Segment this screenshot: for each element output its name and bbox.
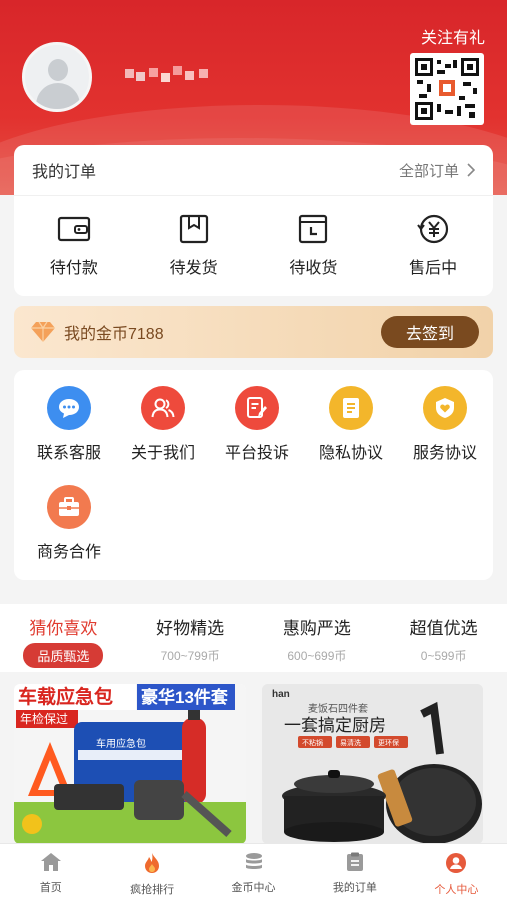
service-about-us[interactable]: 关于我们 (116, 386, 210, 463)
bottom-nav: 首页 疯抢排行 金币中心 我的订单 个人中心 (0, 843, 507, 901)
order-status-pending-payment[interactable]: 待付款 (24, 212, 124, 278)
tab-strict-selection[interactable]: 惠购严选 600~699币 (254, 604, 381, 672)
coin-balance-text: 我的金币7188 (64, 326, 164, 343)
service-label: 隐私协议 (318, 445, 383, 462)
profile-icon (446, 853, 467, 873)
nav-my-orders[interactable]: 我的订单 (304, 844, 405, 901)
orders-title: 我的订单 (32, 164, 97, 181)
order-status-pending-receipt[interactable]: 待收货 (263, 212, 363, 278)
service-contact-support[interactable]: 联系客服 (22, 386, 116, 463)
service-label: 服务协议 (412, 445, 477, 462)
tab-title: 好物精选 (156, 619, 225, 638)
product-feature-tag: 不粘锅 (302, 738, 323, 747)
tab-value-picks[interactable]: 超值优选 0~599币 (380, 604, 507, 672)
nav-label: 疯抢排行 (130, 884, 175, 896)
product-image: han 麦饭石四件套 一套搞定厨房 不粘锅 易清洗 更环保 (262, 684, 483, 844)
tab-subtitle-pill: 品质甄选 (23, 643, 104, 668)
order-status-after-sales[interactable]: 售后中 (383, 212, 483, 278)
product-tag: 年检保过 (20, 711, 68, 726)
product-bag-label: 车用应急包 (96, 737, 146, 750)
nav-coin-center[interactable]: 金币中心 (203, 844, 304, 901)
order-status-label: 待付款 (49, 260, 98, 277)
shield-heart-icon (436, 398, 454, 418)
product-feature-tag: 更环保 (378, 738, 399, 747)
briefcase-icon (59, 497, 79, 516)
diamond-icon (31, 321, 55, 342)
all-orders-label: 全部订单 (398, 162, 459, 180)
product-feature-tag: 易清洗 (340, 738, 361, 747)
order-list-icon (346, 852, 363, 871)
product-headline: 豪华13件套 (141, 687, 229, 707)
tab-title: 超值优选 (409, 619, 478, 638)
nav-label: 金币中心 (231, 882, 276, 894)
chevron-right-icon (467, 163, 475, 177)
qr-code[interactable] (410, 53, 484, 125)
all-orders-link[interactable]: 全部订单 (399, 160, 475, 181)
tab-title: 猜你喜欢 (29, 619, 98, 638)
order-status-label: 售后中 (409, 260, 458, 277)
package-received-icon (299, 214, 328, 244)
service-label: 平台投诉 (224, 445, 289, 462)
nav-home[interactable]: 首页 (0, 844, 101, 901)
product-subtitle: 麦饭石四件套 (308, 702, 368, 715)
avatar[interactable] (22, 42, 92, 112)
coin-balance-bar: 我的金币7188 去签到 (14, 306, 493, 358)
nav-label: 首页 (39, 882, 62, 894)
services-card: 联系客服 关于我们 平台投诉 隐私协议 服务协议 商务合作 (14, 370, 493, 580)
product-brand: han (272, 689, 290, 700)
order-status-pending-shipment[interactable]: 待发货 (144, 212, 244, 278)
nav-hot-ranking[interactable]: 疯抢排行 (101, 844, 202, 901)
nav-label: 我的订单 (332, 882, 377, 894)
follow-gift-link[interactable]: 关注有礼 (421, 24, 485, 48)
service-label: 联系客服 (36, 445, 101, 462)
service-terms-of-service[interactable]: 服务协议 (398, 386, 492, 463)
feed-tabs: 猜你喜欢 品质甄选 好物精选 700~799币 惠购严选 600~699币 超值… (0, 604, 507, 672)
service-business-cooperation[interactable]: 商务合作 (22, 485, 116, 562)
chat-bubble-icon (59, 399, 79, 418)
document-icon (343, 398, 359, 418)
checkin-button[interactable]: 去签到 (381, 316, 479, 348)
yen-refund-icon (417, 214, 449, 244)
wallet-icon (57, 216, 90, 242)
home-icon (40, 853, 61, 871)
tab-guess-you-like[interactable]: 猜你喜欢 品质甄选 (0, 604, 127, 672)
fire-icon (145, 853, 160, 873)
tab-subtitle: 0~599币 (420, 649, 467, 663)
nav-profile[interactable]: 个人中心 (406, 844, 507, 901)
tab-good-picks[interactable]: 好物精选 700~799币 (127, 604, 254, 672)
product-card-cookware-set[interactable]: han 麦饭石四件套 一套搞定厨房 不粘锅 易清洗 更环保 (262, 684, 483, 844)
product-headline: 一套搞定厨房 (284, 716, 386, 735)
complaint-edit-icon (247, 397, 267, 418)
product-headline: 车载应急包 (18, 685, 113, 708)
orders-header: 我的订单 全部订单 (14, 145, 493, 196)
service-label: 关于我们 (130, 445, 195, 462)
box-icon (179, 214, 208, 244)
service-privacy-policy[interactable]: 隐私协议 (304, 386, 398, 463)
tab-title: 惠购严选 (282, 619, 351, 638)
tab-subtitle: 700~799币 (160, 649, 220, 663)
username-blurred (125, 66, 215, 82)
orders-card: 我的订单 全部订单 待付款 待发货 待收货 售后中 (14, 145, 493, 296)
service-platform-complaint[interactable]: 平台投诉 (210, 386, 304, 463)
service-label: 商务合作 (36, 544, 101, 561)
users-icon (151, 398, 175, 418)
nav-label: 个人中心 (434, 884, 479, 896)
coin-stack-icon (245, 853, 262, 869)
order-status-label: 待发货 (169, 260, 218, 277)
product-image: 车载应急包 豪华13件套 年检保过 车用应急包 (14, 684, 246, 844)
order-status-label: 待收货 (289, 260, 338, 277)
tab-subtitle: 600~699币 (287, 649, 347, 663)
product-card-car-emergency-kit[interactable]: 车载应急包 豪华13件套 年检保过 车用应急包 (14, 684, 246, 844)
